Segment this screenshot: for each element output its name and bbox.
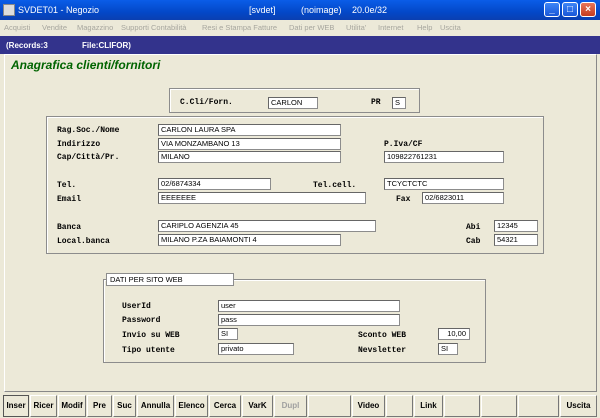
file-name: File:CLIFOR): [82, 41, 131, 50]
telcell-label: Tel.cell.: [313, 181, 357, 190]
maximize-icon[interactable]: □: [562, 2, 578, 17]
invio-label: Invio su WEB: [122, 331, 180, 340]
bottom-toolbar: Inser Ricer Modif Pre Suc Annulla Elenco…: [0, 394, 600, 418]
cab-field[interactable]: 54321: [494, 234, 538, 246]
telcell-field[interactable]: TCYCTCTC: [384, 178, 504, 190]
window-version: 20.0e/32: [352, 5, 388, 15]
menu-acquisti[interactable]: Acquisti: [4, 23, 30, 32]
piva-label: P.Iva/CF: [384, 140, 423, 149]
records-count: (Records:3: [6, 41, 48, 50]
abi-field[interactable]: 12345: [494, 220, 538, 232]
empty-button[interactable]: [518, 395, 559, 417]
video-button[interactable]: Video: [352, 395, 385, 417]
minimize-icon[interactable]: _: [544, 2, 560, 17]
piva-field[interactable]: 109822761231: [384, 151, 504, 163]
cap-field[interactable]: MILANO: [158, 151, 341, 163]
password-label: Password: [122, 316, 161, 325]
window-db: [svdet]: [249, 5, 276, 15]
banca-field[interactable]: CARIPLO AGENZIA 45: [158, 220, 376, 232]
menu-magazzino[interactable]: Magazzino: [77, 23, 113, 32]
code-field[interactable]: CARLON: [268, 97, 318, 109]
indirizzo-field[interactable]: VIA MONZAMBANO 13: [158, 138, 341, 150]
pr-label: PR: [371, 98, 381, 107]
dupl-button[interactable]: Dupl: [274, 395, 307, 417]
menu-dati-per-web[interactable]: Dati per WEB: [289, 23, 334, 32]
invio-field[interactable]: SI: [218, 328, 238, 340]
uscita-button[interactable]: Uscita: [560, 395, 597, 417]
empty-button[interactable]: [444, 395, 480, 417]
menu-vendite[interactable]: Vendite: [42, 23, 67, 32]
empty-button[interactable]: [308, 395, 351, 417]
menu-internet[interactable]: Internet: [378, 23, 403, 32]
banca-label: Banca: [57, 223, 82, 232]
sconto-field[interactable]: 10,00: [438, 328, 470, 340]
newsletter-label: Nevsletter: [358, 346, 407, 355]
cap-label: Cap/Città/Pr.: [57, 153, 120, 162]
menu-utilita[interactable]: Utilita': [346, 23, 366, 32]
localbanca-label: Local.banca: [57, 237, 110, 246]
ragsoc-label: Rag.Soc./Nome: [57, 126, 120, 135]
pr-field[interactable]: S: [392, 97, 406, 109]
email-field[interactable]: EEEEEEE: [158, 192, 366, 204]
annulla-button[interactable]: Annulla: [137, 395, 174, 417]
ricer-button[interactable]: Ricer: [30, 395, 57, 417]
tipo-label: Tipo utente: [122, 346, 175, 355]
pre-button[interactable]: Pre: [87, 395, 112, 417]
abi-label: Abi: [466, 223, 481, 232]
web-data-legend: DATI PER SITO WEB: [106, 273, 234, 286]
ragsoc-field[interactable]: CARLON LAURA SPA: [158, 124, 341, 136]
cerca-button[interactable]: Cerca: [209, 395, 241, 417]
cab-label: Cab: [466, 237, 481, 246]
empty-button[interactable]: [481, 395, 517, 417]
newsletter-field[interactable]: SI: [438, 343, 458, 355]
app-icon: [3, 4, 15, 16]
link-button[interactable]: Link: [414, 395, 443, 417]
elenco-button[interactable]: Elenco: [175, 395, 208, 417]
indirizzo-label: Indirizzo: [57, 140, 101, 149]
menu-supporti-contabilita[interactable]: Supporti Contabilità: [121, 23, 186, 32]
info-bar: (Records:3 File:CLIFOR): [0, 36, 600, 54]
userid-label: UserId: [122, 302, 151, 311]
inser-button[interactable]: Inser: [3, 395, 29, 417]
vark-button[interactable]: VarK: [242, 395, 273, 417]
menu-resi-stampa-fatture[interactable]: Resi e Stampa Fatture: [202, 23, 277, 32]
modif-button[interactable]: Modif: [58, 395, 86, 417]
menu-uscita[interactable]: Uscita: [440, 23, 461, 32]
suc-button[interactable]: Suc: [113, 395, 136, 417]
userid-field[interactable]: user: [218, 300, 400, 312]
email-label: Email: [57, 195, 82, 204]
tel-label: Tel.: [57, 181, 77, 190]
close-icon[interactable]: ×: [580, 2, 596, 17]
page-title: Anagrafica clienti/fornitori: [11, 58, 161, 72]
window-image: (noimage): [301, 5, 342, 15]
tel-field[interactable]: 02/6874334: [158, 178, 271, 190]
fax-label: Fax: [396, 195, 411, 204]
fax-field[interactable]: 02/6823011: [422, 192, 504, 204]
code-label: C.Cli/Forn.: [180, 98, 233, 107]
window-title: SVDET01 - Negozio: [18, 5, 100, 15]
tipo-field[interactable]: privato: [218, 343, 294, 355]
sconto-label: Sconto WEB: [358, 331, 407, 340]
empty-button[interactable]: [386, 395, 413, 417]
password-field[interactable]: pass: [218, 314, 400, 326]
menu-bar: Acquisti Vendite Magazzino Supporti Cont…: [0, 20, 600, 36]
localbanca-field[interactable]: MILANO P.ZA BAIAMONTI 4: [158, 234, 341, 246]
menu-help[interactable]: Help: [417, 23, 432, 32]
title-bar: SVDET01 - Negozio [svdet] (noimage) 20.0…: [0, 0, 600, 20]
